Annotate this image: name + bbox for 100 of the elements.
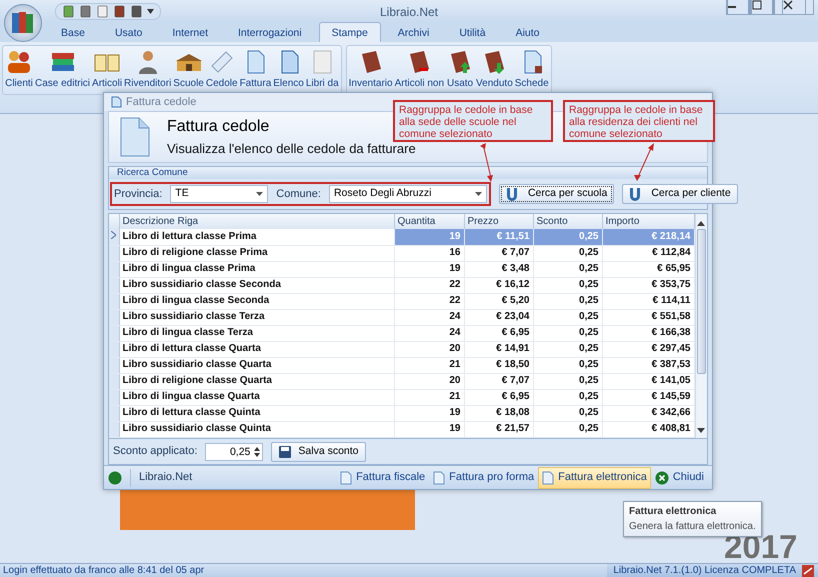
table-cell: € 18,50 [464, 357, 533, 374]
table-cell: € 16,12 [464, 277, 533, 294]
table-cell: 0,25 [533, 293, 602, 310]
table-cell: € 7,07 [464, 245, 533, 262]
restore-button[interactable] [750, 0, 774, 15]
table-cell: 19 [394, 405, 464, 422]
table-cell: € 14,91 [464, 341, 533, 358]
search-button[interactable]: Cerca per cliente [622, 184, 738, 204]
footer-action-button[interactable]: Fattura fiscale [336, 466, 430, 488]
ribbon-tab[interactable]: Utilità [446, 22, 499, 42]
window-title: Libraio.Net [380, 4, 438, 21]
table-cell: 21 [394, 357, 464, 374]
table-cell: Libro sussidiario classe Seconda [119, 277, 394, 294]
table-cell: 22 [394, 277, 464, 294]
dropdown-field[interactable]: TE [170, 185, 268, 203]
column-header[interactable]: Quantita [394, 214, 464, 229]
spinner-arrows-icon[interactable] [254, 446, 260, 458]
ribbon-button[interactable]: Elenco [272, 47, 305, 93]
tooltip-title: Fattura elettronica [629, 505, 718, 519]
discount-field[interactable]: 0,25 [205, 442, 264, 460]
field-label: Provincia: [114, 186, 162, 202]
group-title: Ricerca Comune [109, 167, 707, 179]
table-cell: € 7,07 [464, 373, 533, 390]
table-cell: Libro sussidiario classe Terza [119, 309, 394, 326]
scroll-down-icon[interactable] [697, 428, 705, 434]
table-cell: 0,25 [533, 229, 602, 246]
close-icon [654, 470, 669, 484]
table-cell: € 297,45 [602, 341, 694, 358]
scroll-up-icon[interactable] [697, 220, 705, 226]
table-cell: Libro di lettura classe Quarta [119, 341, 394, 358]
ribbon-button[interactable]: Fattura [238, 47, 272, 93]
magnet-icon [506, 187, 518, 201]
dropdown-field[interactable]: Roseto Degli Abruzzi [328, 185, 487, 203]
ribbon-button[interactable]: Clienti [4, 47, 34, 93]
table-cell: 20 [394, 373, 464, 390]
book-icon[interactable] [113, 5, 126, 18]
search-button[interactable]: Cerca per scuola [498, 184, 614, 204]
ribbon-tab[interactable]: Usato [102, 22, 156, 42]
caret-icon [474, 192, 482, 196]
minimize-button[interactable] [726, 0, 750, 15]
callout-note: Raggruppa le cedole in base alla residenza dei clienti nel comune selezionato [563, 100, 715, 142]
ribbon-button[interactable]: Articoli [91, 47, 124, 93]
table-cell: € 387,53 [602, 357, 694, 374]
table-cell: 19 [394, 421, 464, 438]
column-header[interactable]: Importo [602, 214, 694, 229]
ribbon-button[interactable]: Case editrici [34, 47, 92, 93]
minimize-icon [728, 6, 736, 8]
ribbon-tab[interactable]: Internet [159, 22, 221, 42]
row-indicator[interactable] [109, 229, 119, 246]
close-button[interactable] [774, 0, 814, 15]
ribbon-tab[interactable]: Aiuto [502, 22, 553, 42]
table-cell: 0,25 [533, 389, 602, 406]
footer-action-button[interactable]: Fattura elettronica [538, 466, 651, 488]
table-cell: 21 [394, 389, 464, 406]
column-header[interactable]: Prezzo [464, 214, 533, 229]
table-cell: € 114,11 [602, 293, 694, 310]
table-cell: 0,25 [533, 261, 602, 278]
ribbon-button[interactable]: Scuole [172, 47, 205, 93]
close-button[interactable]: Chiudi [650, 466, 708, 488]
customize-toolbar-icon[interactable] [147, 9, 154, 14]
ribbon-button[interactable]: Cedole [204, 47, 239, 93]
table-cell: € 23,04 [464, 309, 533, 326]
table-cell: € 166,38 [602, 325, 694, 342]
ribbon-button[interactable]: Rivenditori [123, 47, 172, 93]
table-cell: Libro di lingua classe Prima [119, 261, 394, 278]
ribbon-button[interactable]: Inventario [348, 47, 394, 93]
save-button[interactable]: Salva sconto [271, 442, 366, 462]
table-cell: € 141,05 [602, 373, 694, 390]
ribbon-tab[interactable]: Archivi [384, 22, 442, 42]
ribbon-button[interactable]: Usato [445, 47, 476, 93]
table-cell: € 342,66 [602, 405, 694, 422]
table-cell: € 112,84 [602, 245, 694, 262]
help-icon[interactable] [108, 470, 122, 484]
app-name-label: Libraio.Net [139, 470, 192, 486]
table-cell: 24 [394, 309, 464, 326]
column-header[interactable]: Descrizione Riga [119, 214, 394, 229]
table-cell: Libro di religione classe Prima [119, 245, 394, 262]
footer-action-button[interactable]: Fattura pro forma [429, 466, 538, 488]
table-cell: € 3,48 [464, 261, 533, 278]
people-icon [5, 48, 33, 76]
table-cell: Libro sussidiario classe Quinta [119, 421, 394, 438]
table-cell: € 6,95 [464, 389, 533, 406]
version-text: Libraio.Net 7.1.(1.0) Licenza COMPLETA [613, 564, 796, 577]
callout-note: Raggruppa le cedole in base alla sede delle scuole nel comune selezionato [393, 100, 553, 142]
table-cell: € 353,75 [602, 277, 694, 294]
app-menu-button[interactable] [4, 4, 42, 42]
ribbon-button[interactable]: Libri da [304, 47, 340, 93]
ribbon-tab[interactable]: Interrogazioni [224, 22, 315, 42]
ribbon-button[interactable]: Articoli non [394, 47, 446, 93]
ribbon-button[interactable]: Schede [514, 47, 550, 93]
scrollbar[interactable] [694, 214, 706, 438]
ribbon-tab[interactable]: Stampe [318, 22, 381, 42]
table-cell: € 65,95 [602, 261, 694, 278]
app-logo-icon [802, 564, 814, 576]
table-cell: Libro di lingua classe Quarta [119, 389, 394, 406]
table-cell: 19 [394, 229, 464, 246]
caret-icon [256, 192, 264, 196]
ribbon-tab[interactable]: Base [48, 22, 98, 42]
table-cell: Libro di lettura classe Prima [119, 229, 394, 246]
column-header[interactable]: Sconto [533, 214, 602, 229]
